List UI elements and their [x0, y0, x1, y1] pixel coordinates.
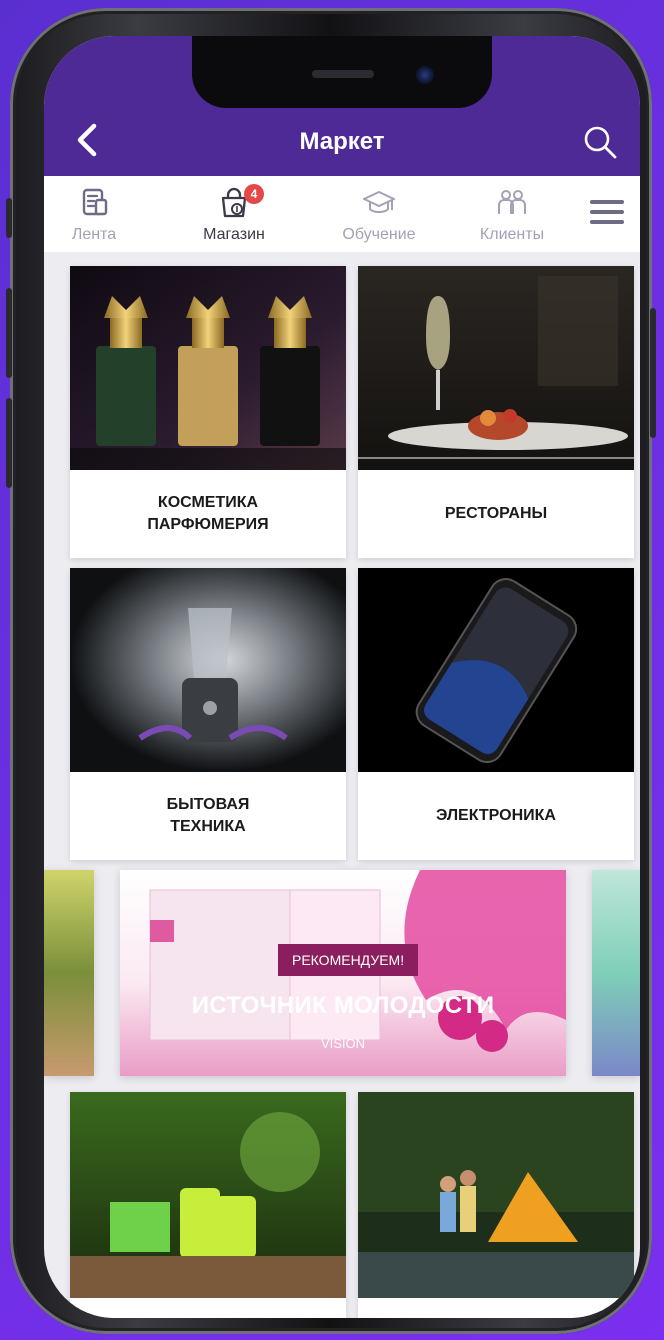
category-card-cosmetics[interactable]: КОСМЕТИКА ПАРФЮМЕРИЯ: [70, 266, 346, 558]
banner-subtitle: VISION: [320, 1036, 366, 1051]
category-card-garden[interactable]: [70, 1092, 346, 1318]
volume-up-button: [6, 288, 12, 378]
graduation-cap-icon: [363, 191, 395, 213]
phone-frame: Маркет Лента 4 Магазин Обучение Клиенты …: [6, 8, 656, 1334]
screen: Маркет Лента 4 Магазин Обучение Клиенты …: [44, 36, 640, 1318]
tab-feed-label: Лента: [71, 226, 117, 243]
smartphone-image: [358, 568, 634, 772]
tab-learning[interactable]: Обучение: [324, 176, 434, 252]
promo-banner[interactable]: РЕКОМЕНДУЕМ! ИСТОЧНИК МОЛОДОСТИ VISION: [120, 870, 566, 1076]
restaurant-image: [358, 266, 634, 470]
category-card-appliances[interactable]: БЫТОВАЯ ТЕХНИКА: [70, 568, 346, 860]
speaker: [312, 70, 374, 78]
volume-down-button: [6, 398, 12, 488]
perfume-image: [70, 266, 346, 470]
tab-shop-label: Магазин: [203, 226, 265, 243]
category-label: БЫТОВАЯ ТЕХНИКА: [166, 796, 250, 835]
tab-feed[interactable]: Лента: [54, 176, 134, 252]
category-label: КОСМЕТИКА ПАРФЮМЕРИЯ: [147, 494, 269, 533]
search-icon[interactable]: [582, 124, 618, 160]
category-label: РЕСТОРАНЫ: [444, 505, 548, 522]
clients-icon: [498, 190, 526, 214]
category-label: ЭЛЕКТРОНИКА: [436, 807, 556, 824]
mute-switch: [6, 198, 12, 238]
banner-title: ИСТОЧНИК МОЛОДОСТИ: [191, 992, 495, 1019]
category-card-electronics[interactable]: ЭЛЕКТРОНИКА: [358, 568, 634, 860]
category-card-outdoor[interactable]: [358, 1092, 634, 1318]
recommended-tag: РЕКОМЕНДУЕМ!: [278, 944, 419, 976]
category-card-restaurants[interactable]: РЕСТОРАНЫ: [358, 266, 634, 558]
blender-image: [70, 568, 346, 772]
notification-badge: 4: [244, 184, 264, 204]
notch: [192, 36, 492, 108]
tab-clients-label: Клиенты: [479, 226, 545, 243]
carousel-prev-slide[interactable]: [44, 870, 94, 1076]
page-title: Маркет: [299, 128, 385, 155]
power-button: [650, 308, 656, 438]
news-feed-icon: [82, 188, 108, 216]
tab-shop[interactable]: 4 Магазин: [184, 176, 284, 252]
tab-learning-label: Обучение: [342, 226, 416, 243]
hamburger-menu-icon[interactable]: [590, 200, 624, 226]
tab-clients[interactable]: Клиенты: [464, 176, 560, 252]
camping-image: [358, 1092, 634, 1298]
front-camera: [416, 66, 434, 84]
tab-bar: Лента 4 Магазин Обучение Клиенты: [44, 176, 640, 252]
carousel-next-slide[interactable]: [592, 870, 640, 1076]
garden-image: [70, 1092, 346, 1298]
